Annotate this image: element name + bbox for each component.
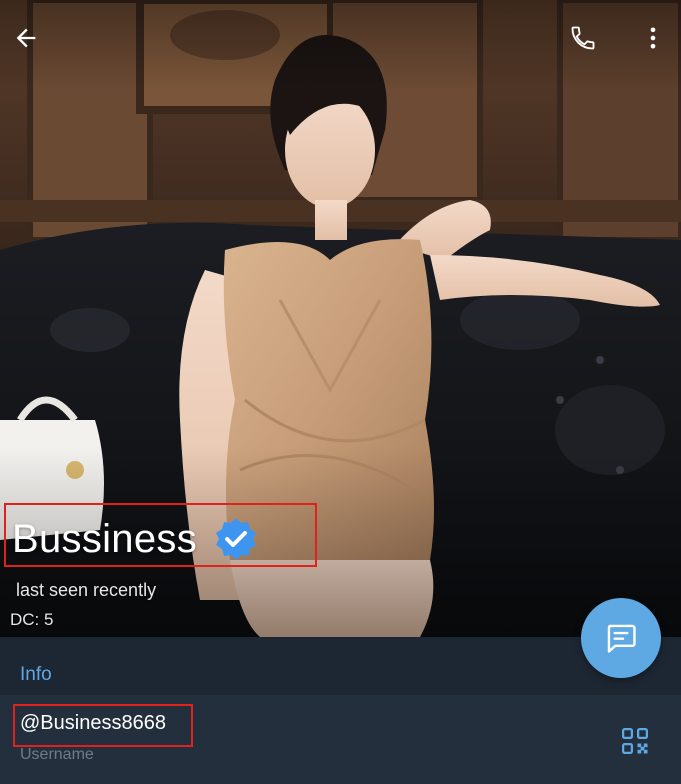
profile-photo-header[interactable]: Bussiness last seen recently DC: 5 <box>0 0 681 637</box>
username-row[interactable] <box>0 695 681 784</box>
more-menu-button[interactable] <box>633 18 673 58</box>
dc-label: DC: 5 <box>10 610 54 629</box>
username-value[interactable]: @Business8668 <box>20 712 166 735</box>
info-header: Info <box>20 664 52 685</box>
back-button[interactable] <box>6 18 46 58</box>
send-message-button[interactable] <box>581 598 661 678</box>
qr-code-icon <box>622 728 648 754</box>
verified-badge-icon <box>213 516 259 562</box>
phone-icon <box>571 26 595 50</box>
more-vertical-icon <box>650 27 656 49</box>
last-seen-status: last seen recently <box>16 580 157 600</box>
profile-name-row: Bussiness <box>12 512 259 566</box>
username-label: Username <box>20 746 94 763</box>
qr-code-button[interactable] <box>618 724 652 758</box>
profile-name: Bussiness <box>12 516 198 561</box>
arrow-left-icon <box>16 28 36 48</box>
message-icon <box>607 624 636 653</box>
call-button[interactable] <box>563 18 603 58</box>
